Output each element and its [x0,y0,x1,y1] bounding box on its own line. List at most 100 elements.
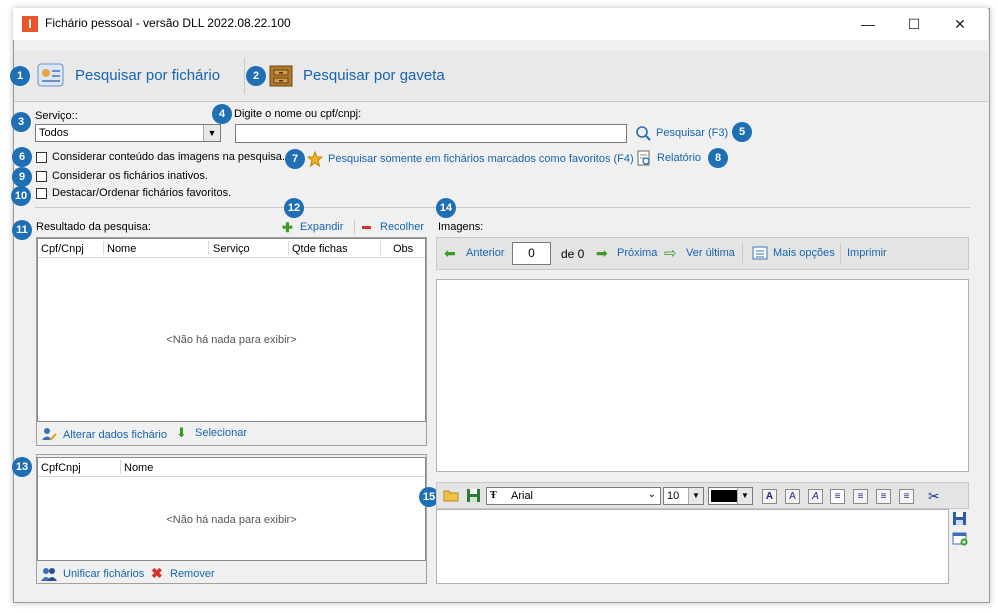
collapse-button[interactable]: Recolher [380,221,424,233]
select-button[interactable]: Selecionar [195,427,247,439]
highlight-favorites-label: Destacar/Ordenar fichários favoritos. [52,187,232,199]
column-divider [208,241,209,255]
toolbar-divider [354,220,355,234]
report-icon[interactable] [636,150,652,166]
column-divider [288,241,289,255]
service-select-value: Todos [39,127,69,139]
chevron-down-icon[interactable]: ▼ [737,488,752,504]
toolbar-divider [840,243,841,263]
more-options-button[interactable]: Mais opções [773,247,835,259]
callout-badge: 10 [11,186,31,206]
column-header[interactable]: CpfCnpj [41,462,81,474]
callout-badge: 7 [285,149,305,169]
font-color-select[interactable]: ▼ [708,487,753,505]
users-icon[interactable] [40,566,58,582]
column-header[interactable]: Obs [393,243,413,255]
minus-icon[interactable] [362,226,371,229]
underline-icon[interactable]: A [785,489,800,504]
name-search-input[interactable] [235,124,627,143]
callout-badge: 13 [12,457,32,477]
remove-icon[interactable]: ✖ [151,565,163,582]
consider-images-label: Considerar conteúdo das imagens na pesqu… [52,151,285,163]
empty-message: <Não há nada para exibir> [166,334,297,346]
column-header[interactable]: Qtde fichas [292,243,348,255]
previous-button[interactable]: Anterior [466,247,505,259]
arrow-down-icon[interactable]: ⬇ [176,425,187,441]
highlight-favorites-checkbox[interactable] [36,188,47,199]
scissors-icon[interactable]: ✂ [928,488,940,505]
expand-button[interactable]: Expandir [300,221,343,233]
maximize-button[interactable]: ☐ [891,8,937,40]
save-note-icon[interactable] [952,511,967,526]
justify-icon[interactable]: ≡ [899,489,914,504]
callout-badge: 9 [12,167,32,187]
callout-badge: 1 [10,66,30,86]
color-swatch [711,490,737,502]
arrow-right-icon[interactable]: ➡ [596,245,608,262]
remove-button[interactable]: Remover [170,568,215,580]
column-divider [120,460,121,474]
arrow-left-icon[interactable]: ⬅ [444,245,456,262]
chevron-down-icon[interactable]: ▼ [203,125,220,141]
plus-icon[interactable]: ✚ [282,220,293,236]
favorites-only-link[interactable]: Pesquisar somente em fichários marcados … [328,153,634,165]
chevron-down-icon[interactable]: ⌄ [648,489,656,500]
merge-grid[interactable]: CpfCnpj Nome <Não há nada para exibir> [37,457,426,561]
save-icon[interactable] [466,488,481,503]
arrow-right-outline-icon[interactable]: ⇨ [664,244,677,262]
options-list-icon[interactable] [752,245,768,261]
align-left-icon[interactable]: ≡ [830,489,845,504]
search-button[interactable]: Pesquisar (F3) [656,127,728,139]
chevron-down-icon[interactable]: ▼ [688,488,703,504]
tab-search-by-gaveta[interactable]: Pesquisar por gaveta [303,67,445,84]
view-last-button[interactable]: Ver última [686,247,735,259]
callout-badge: 6 [12,147,32,167]
window-title: Fichário pessoal - versão DLL 2022.08.22… [45,16,291,30]
font-size-value: 10 [667,490,680,502]
star-icon[interactable] [306,150,324,168]
folder-icon[interactable] [443,488,459,502]
results-grid[interactable]: Cpf/Cnpj Nome Serviço Qtde fichas Obs <N… [37,238,426,422]
callout-badge: 4 [212,104,232,124]
minimize-button[interactable]: — [845,8,891,40]
tab-search-by-fichario[interactable]: Pesquisar por fichário [75,67,220,84]
page-count: de 0 [561,247,585,261]
notes-editor[interactable] [436,509,949,584]
italic-icon[interactable]: A [808,489,823,504]
column-divider [103,241,104,255]
service-select[interactable]: Todos ▼ [35,124,221,142]
section-divider [35,207,970,208]
column-header[interactable]: Cpf/Cnpj [41,243,84,255]
callout-badge: 2 [246,66,266,86]
toolbar-divider [742,243,743,263]
image-viewer[interactable] [436,279,969,472]
name-label: Digite o nome ou cpf/cnpj: [234,108,362,120]
align-right-icon[interactable]: ≡ [876,489,891,504]
page-number-input[interactable]: 0 [512,242,551,265]
font-size-select[interactable]: 10 ▼ [663,487,704,505]
column-header[interactable]: Serviço [213,243,250,255]
column-header[interactable]: Nome [124,462,153,474]
callout-badge: 8 [708,148,728,168]
column-divider [380,241,381,255]
column-header[interactable]: Nome [107,243,136,255]
edit-user-icon[interactable] [41,426,57,442]
close-button[interactable]: ✕ [937,8,983,40]
tab-divider [244,58,245,94]
service-label: Serviço:: [35,110,78,122]
report-button[interactable]: Relatório [657,152,701,164]
add-image-icon[interactable] [952,531,968,546]
bold-icon[interactable]: A [762,489,777,504]
consider-images-checkbox[interactable] [36,152,47,163]
callout-badge: 5 [732,122,752,142]
align-center-icon[interactable]: ≡ [853,489,868,504]
search-icon[interactable] [635,125,651,141]
next-button[interactable]: Próxima [617,247,657,259]
alter-fichario-button[interactable]: Alterar dados fichário [63,429,167,441]
print-button[interactable]: Imprimir [847,247,887,259]
font-family-select[interactable]: Ŧ Arial ⌄ [486,487,661,505]
callout-badge: 12 [284,198,304,218]
drawer-icon [266,60,298,90]
consider-inactive-checkbox[interactable] [36,171,47,182]
unify-button[interactable]: Unificar fichários [63,568,144,580]
